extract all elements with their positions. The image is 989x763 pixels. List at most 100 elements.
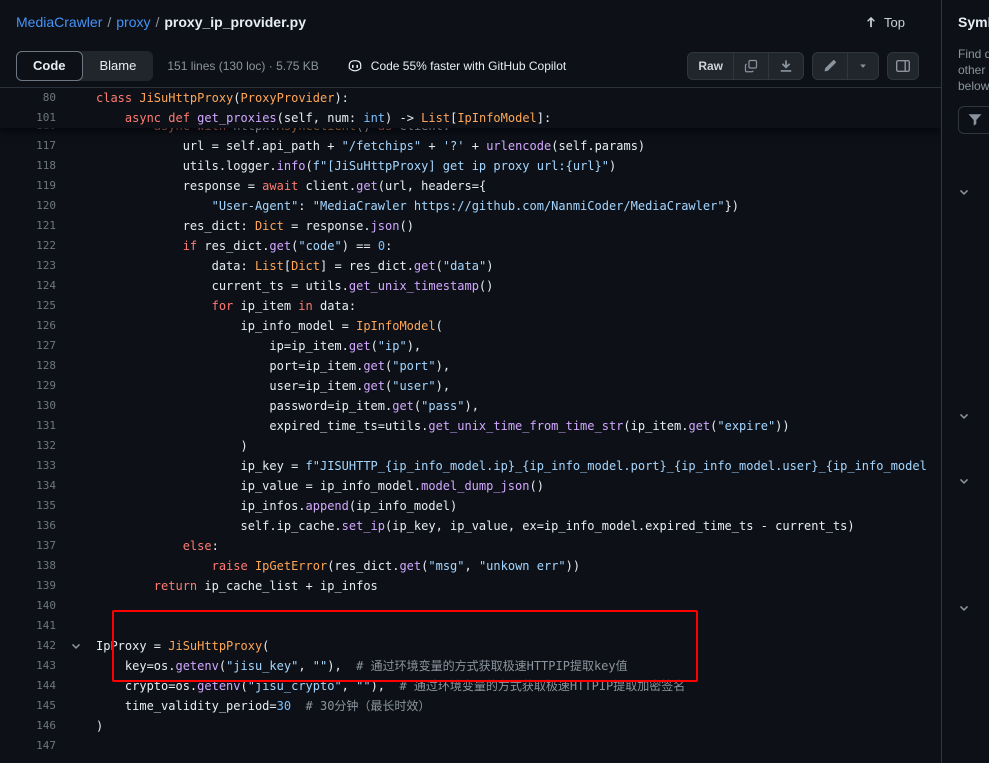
line-number[interactable]: 101 — [0, 108, 56, 128]
gutter-spacer — [56, 236, 96, 256]
code-line: 125 for ip_item in data: — [0, 296, 941, 316]
chevron-down-icon[interactable] — [956, 600, 972, 616]
symbols-panel: Symbols Find definitions and references … — [942, 0, 989, 763]
line-number[interactable]: 145 — [0, 696, 56, 716]
chevron-down-icon[interactable] — [956, 473, 972, 489]
symbols-panel-description: Find definitions and references for func… — [958, 46, 989, 94]
code-line: 139 return ip_cache_list + ip_infos — [0, 576, 941, 596]
symbols-filter-input[interactable] — [958, 106, 989, 134]
code-content: ) — [96, 436, 941, 456]
breadcrumb-folder-link[interactable]: proxy — [116, 14, 150, 30]
line-number[interactable]: 118 — [0, 156, 56, 176]
edit-button[interactable] — [813, 53, 848, 79]
code-line: 131 expired_time_ts=utils.get_unix_time_… — [0, 416, 941, 436]
line-number[interactable]: 119 — [0, 176, 56, 196]
gutter-spacer — [56, 736, 96, 756]
line-number[interactable]: 131 — [0, 416, 56, 436]
gutter-spacer — [56, 656, 96, 676]
symbols-panel-toggle[interactable] — [887, 52, 919, 80]
code-line: 80 class JiSuHttpProxy(ProxyProvider): — [0, 88, 941, 108]
code-line: 137 else: — [0, 536, 941, 556]
copilot-banner[interactable]: Code 55% faster with GitHub Copilot — [347, 58, 566, 74]
code-line: 130 password=ip_item.get("pass"), — [0, 396, 941, 416]
tab-blame[interactable]: Blame — [83, 51, 154, 81]
code-content: class JiSuHttpProxy(ProxyProvider): — [96, 88, 941, 108]
pencil-icon — [823, 59, 837, 73]
code-line: 123 data: List[Dict] = res_dict.get("dat… — [0, 256, 941, 276]
code-content: user=ip_item.get("user"), — [96, 376, 941, 396]
line-number[interactable]: 137 — [0, 536, 56, 556]
gutter-spacer — [56, 336, 96, 356]
breadcrumb-separator: / — [155, 14, 159, 30]
back-to-top-label: Top — [884, 15, 905, 30]
code-content: url = self.api_path + "/fetchips" + '?' … — [96, 136, 941, 156]
line-number[interactable]: 133 — [0, 456, 56, 476]
code-line: 128 port=ip_item.get("port"), — [0, 356, 941, 376]
copy-raw-button[interactable] — [734, 53, 769, 79]
line-number[interactable]: 136 — [0, 516, 56, 536]
gutter-spacer — [56, 536, 96, 556]
back-to-top-button[interactable]: Top — [864, 15, 905, 30]
gutter-spacer — [56, 196, 96, 216]
line-number[interactable]: 120 — [0, 196, 56, 216]
tab-code[interactable]: Code — [16, 51, 83, 81]
line-number[interactable]: 142 — [0, 636, 56, 656]
chevron-down-icon[interactable] — [56, 636, 96, 656]
code-line: 132 ) — [0, 436, 941, 456]
line-number[interactable]: 144 — [0, 676, 56, 696]
gutter-spacer — [56, 296, 96, 316]
line-number[interactable]: 125 — [0, 296, 56, 316]
chevron-down-icon[interactable] — [956, 408, 972, 424]
line-number[interactable]: 128 — [0, 356, 56, 376]
line-number[interactable]: 141 — [0, 616, 56, 636]
code-content: utils.logger.info(f"[JiSuHttpProxy] get … — [96, 156, 941, 176]
breadcrumb-repo-link[interactable]: MediaCrawler — [16, 14, 102, 30]
code-line: 134 ip_value = ip_info_model.model_dump_… — [0, 476, 941, 496]
code-content: async def get_proxies(self, num: int) ->… — [96, 108, 941, 128]
line-number[interactable]: 143 — [0, 656, 56, 676]
line-number[interactable]: 127 — [0, 336, 56, 356]
line-number[interactable]: 146 — [0, 716, 56, 736]
edit-dropdown-button[interactable] — [848, 53, 878, 79]
line-number[interactable]: 123 — [0, 256, 56, 276]
gutter-spacer — [56, 156, 96, 176]
download-icon — [779, 59, 793, 73]
line-number[interactable]: 132 — [0, 436, 56, 456]
chevron-down-icon[interactable] — [956, 184, 972, 200]
line-number[interactable]: 122 — [0, 236, 56, 256]
line-number[interactable]: 121 — [0, 216, 56, 236]
symbols-panel-description-line: other symbols in this file by clicking a… — [958, 62, 989, 78]
gutter-spacer — [56, 676, 96, 696]
download-raw-button[interactable] — [769, 53, 803, 79]
line-number[interactable]: 147 — [0, 736, 56, 756]
gutter-spacer — [56, 396, 96, 416]
line-number[interactable]: 138 — [0, 556, 56, 576]
code-content — [96, 616, 941, 636]
code-content: data: List[Dict] = res_dict.get("data") — [96, 256, 941, 276]
line-number[interactable]: 126 — [0, 316, 56, 336]
code-content — [96, 736, 941, 756]
line-number[interactable]: 139 — [0, 576, 56, 596]
file-stats: 151 lines (130 loc) · 5.75 KB — [167, 59, 318, 73]
code-line: 124 current_ts = utils.get_unix_timestam… — [0, 276, 941, 296]
line-number[interactable]: 140 — [0, 596, 56, 616]
line-number[interactable]: 117 — [0, 136, 56, 156]
sticky-lines: 80 class JiSuHttpProxy(ProxyProvider): 101… — [0, 88, 941, 128]
line-number[interactable]: 134 — [0, 476, 56, 496]
line-number[interactable]: 130 — [0, 396, 56, 416]
code-line: 117 url = self.api_path + "/fetchips" + … — [0, 136, 941, 156]
line-number[interactable]: 80 — [0, 88, 56, 108]
raw-button[interactable]: Raw — [688, 53, 734, 79]
code-line: 121 res_dict: Dict = response.json() — [0, 216, 941, 236]
code-line: 136 self.ip_cache.set_ip(ip_key, ip_valu… — [0, 516, 941, 536]
code-content: for ip_item in data: — [96, 296, 941, 316]
breadcrumb: MediaCrawler / proxy / proxy_ip_provider… — [16, 14, 306, 30]
code-content: current_ts = utils.get_unix_timestamp() — [96, 276, 941, 296]
copilot-icon — [347, 58, 363, 74]
line-number[interactable]: 135 — [0, 496, 56, 516]
code-line: 119 response = await client.get(url, hea… — [0, 176, 941, 196]
code-line: 126 ip_info_model = IpInfoModel( — [0, 316, 941, 336]
line-number[interactable]: 124 — [0, 276, 56, 296]
line-number[interactable]: 129 — [0, 376, 56, 396]
filter-funnel-icon — [967, 112, 983, 128]
